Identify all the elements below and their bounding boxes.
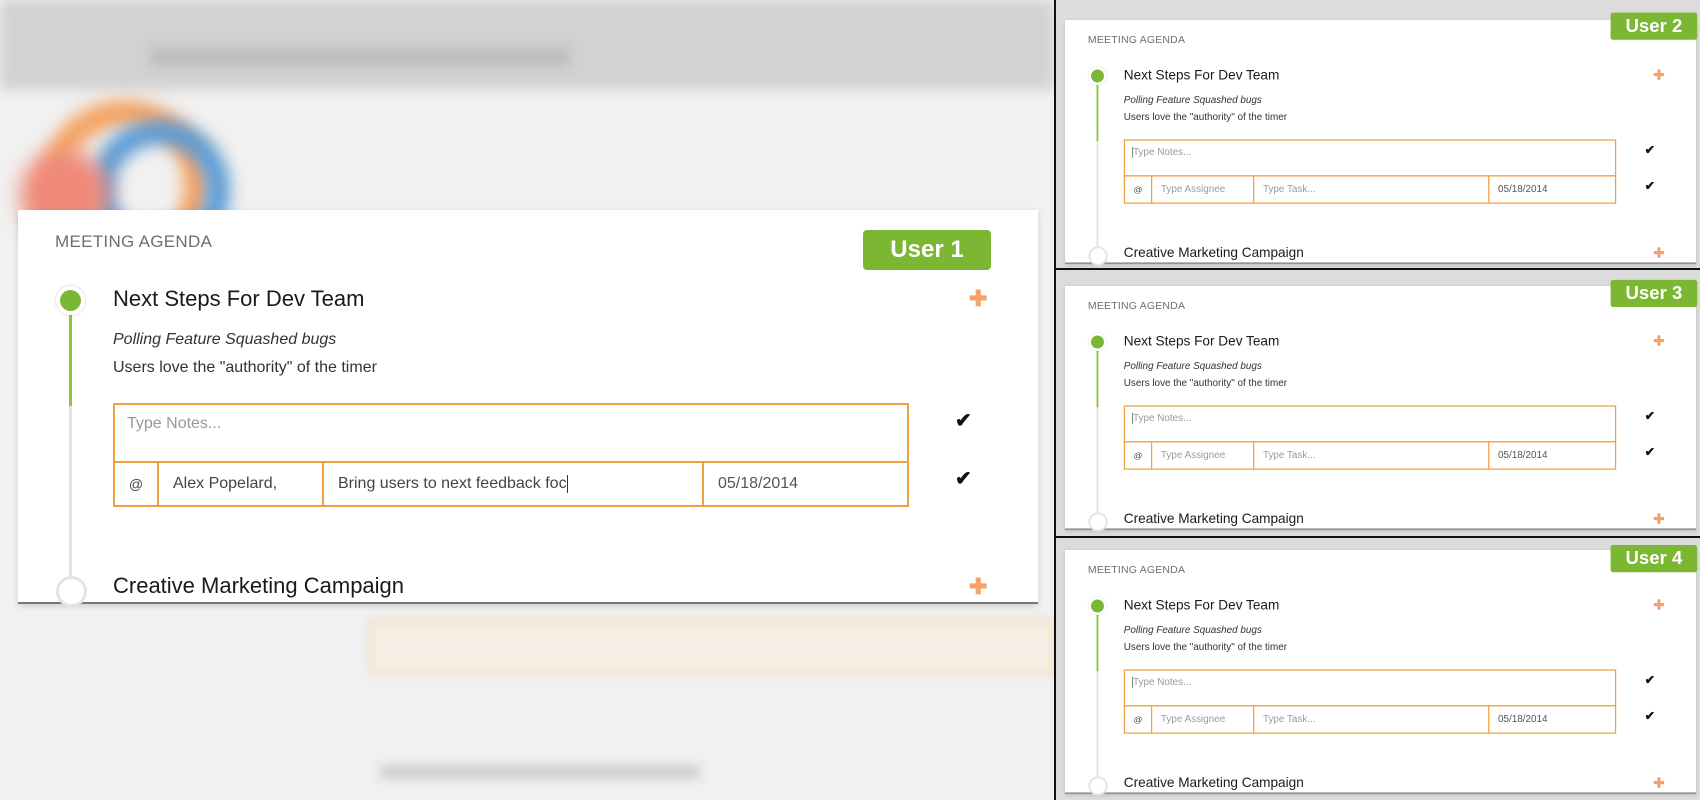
agenda-note: Users love the "authority" of the timer [1123, 642, 1288, 653]
background-address-bar [150, 48, 570, 66]
plus-icon[interactable]: ✚ [1653, 776, 1664, 790]
agenda-note: Users love the "authority" of the timer [1123, 378, 1288, 389]
due-date-input[interactable]: 05/18/2014 [704, 463, 907, 505]
panel-divider-vertical [1054, 0, 1056, 800]
agenda-item-active-dot[interactable] [56, 286, 85, 315]
task-row: @ Type Assignee Type Task... 05/18/2014 [1123, 705, 1617, 734]
plus-icon[interactable]: ✚ [1653, 246, 1664, 260]
task-input-value: Bring users to next feedback foc [338, 475, 567, 492]
background-browser-bar [0, 0, 1054, 90]
task-input[interactable]: Type Task... [1254, 176, 1490, 203]
agenda-item-title[interactable]: Creative Marketing Campaign [113, 573, 404, 599]
plus-icon[interactable]: ✚ [969, 288, 987, 310]
checkmark-icon[interactable]: ✔ [955, 408, 972, 433]
agenda-card-user-4: MEETING AGENDA User 4 Next Steps For Dev… [1065, 545, 1698, 796]
panel-divider [1056, 536, 1700, 538]
agenda-card-user-1: MEETING AGENDA User 1 Next Steps For Dev… [18, 210, 1038, 607]
checkmark-icon[interactable]: ✔ [1645, 708, 1655, 724]
agenda-note-italic: Polling Feature Squashed bugs [113, 331, 337, 348]
user-badge: User 1 [863, 230, 991, 270]
task-input[interactable]: Bring users to next feedback foc [324, 463, 704, 505]
agenda-item-title[interactable]: Next Steps For Dev Team [1124, 67, 1280, 83]
agenda-card-user-2: MEETING AGENDA User 2 Next Steps For Dev… [1065, 12, 1698, 266]
agenda-item-inactive-dot[interactable] [1088, 776, 1108, 796]
agenda-heading: MEETING AGENDA [1087, 563, 1186, 576]
plus-icon[interactable]: ✚ [969, 576, 987, 598]
agenda-note: Users love the "authority" of the timer [113, 359, 377, 376]
agenda-item-active-dot[interactable] [1088, 597, 1107, 615]
background-footer-bar [380, 765, 700, 779]
plus-icon[interactable]: ✚ [1653, 512, 1664, 526]
agenda-item-title[interactable]: Next Steps For Dev Team [1124, 597, 1280, 613]
due-date-input[interactable]: 05/18/2014 [1489, 443, 1615, 469]
agenda-note-italic: Polling Feature Squashed bugs [1123, 94, 1262, 106]
plus-icon[interactable]: ✚ [1653, 68, 1664, 82]
panel-divider [1056, 268, 1700, 270]
checkmark-icon[interactable]: ✔ [1645, 178, 1655, 194]
notes-input[interactable]: Type Notes... [1123, 139, 1617, 177]
due-date-input[interactable]: 05/18/2014 [1489, 707, 1615, 733]
task-row: @ Type Assignee Type Task... 05/18/2014 [1123, 441, 1617, 470]
agenda-item-inactive-dot[interactable] [1088, 246, 1108, 266]
agenda-note-italic: Polling Feature Squashed bugs [1123, 360, 1262, 372]
agenda-item-title[interactable]: Creative Marketing Campaign [1124, 775, 1304, 791]
background-task-row [370, 620, 1054, 674]
notes-input[interactable]: Type Notes... [1123, 405, 1617, 443]
assignee-at-label: @ [115, 463, 159, 505]
agenda-item-title[interactable]: Next Steps For Dev Team [113, 286, 364, 312]
user-badge: User 3 [1610, 279, 1698, 308]
plus-icon[interactable]: ✚ [1653, 334, 1664, 348]
agenda-item-title[interactable]: Next Steps For Dev Team [1124, 333, 1280, 349]
agenda-item-active-dot[interactable] [1088, 333, 1107, 351]
user-badge: User 2 [1610, 12, 1698, 40]
agenda-note: Users love the "authority" of the timer [1123, 112, 1288, 123]
task-row: @ Alex Popelard, Bring users to next fee… [113, 461, 909, 507]
assignee-input[interactable]: Alex Popelard, [159, 463, 324, 505]
agenda-heading: MEETING AGENDA [1087, 299, 1186, 312]
notes-placeholder: Type Notes... [1133, 146, 1192, 158]
assignee-input[interactable]: Type Assignee [1152, 706, 1255, 733]
checkmark-icon[interactable]: ✔ [955, 466, 972, 491]
task-input[interactable]: Type Task... [1254, 442, 1490, 469]
checkmark-icon[interactable]: ✔ [1645, 672, 1655, 688]
checkmark-icon[interactable]: ✔ [1645, 444, 1655, 460]
checkmark-icon[interactable]: ✔ [1645, 142, 1655, 158]
agenda-heading: MEETING AGENDA [1087, 33, 1186, 46]
text-cursor [566, 474, 568, 493]
assignee-input[interactable]: Type Assignee [1152, 176, 1255, 203]
agenda-item-inactive-dot[interactable] [1088, 512, 1108, 532]
assignee-at-label: @ [1125, 176, 1153, 203]
plus-icon[interactable]: ✚ [1653, 598, 1664, 612]
notes-placeholder: Type Notes... [1133, 412, 1192, 424]
agenda-card-user-3: MEETING AGENDA User 3 Next Steps For Dev… [1065, 279, 1698, 532]
task-input[interactable]: Type Task... [1254, 706, 1490, 733]
assignee-at-label: @ [1125, 706, 1153, 733]
assignee-at-label: @ [1125, 442, 1153, 469]
notes-placeholder: Type Notes... [1133, 676, 1192, 688]
agenda-item-title[interactable]: Creative Marketing Campaign [1124, 245, 1304, 261]
notes-input[interactable]: Type Notes... [1123, 669, 1617, 707]
agenda-item-title[interactable]: Creative Marketing Campaign [1124, 511, 1304, 527]
notes-input[interactable]: Type Notes... [113, 403, 909, 463]
assignee-input[interactable]: Type Assignee [1152, 442, 1255, 469]
user-badge: User 4 [1610, 545, 1698, 573]
due-date-input[interactable]: 05/18/2014 [1489, 177, 1615, 203]
agenda-heading: MEETING AGENDA [55, 232, 213, 251]
agenda-item-active-dot[interactable] [1088, 67, 1107, 85]
agenda-note-italic: Polling Feature Squashed bugs [1123, 624, 1262, 636]
checkmark-icon[interactable]: ✔ [1645, 408, 1655, 424]
task-row: @ Type Assignee Type Task... 05/18/2014 [1123, 175, 1617, 204]
agenda-item-inactive-dot[interactable] [56, 576, 87, 607]
